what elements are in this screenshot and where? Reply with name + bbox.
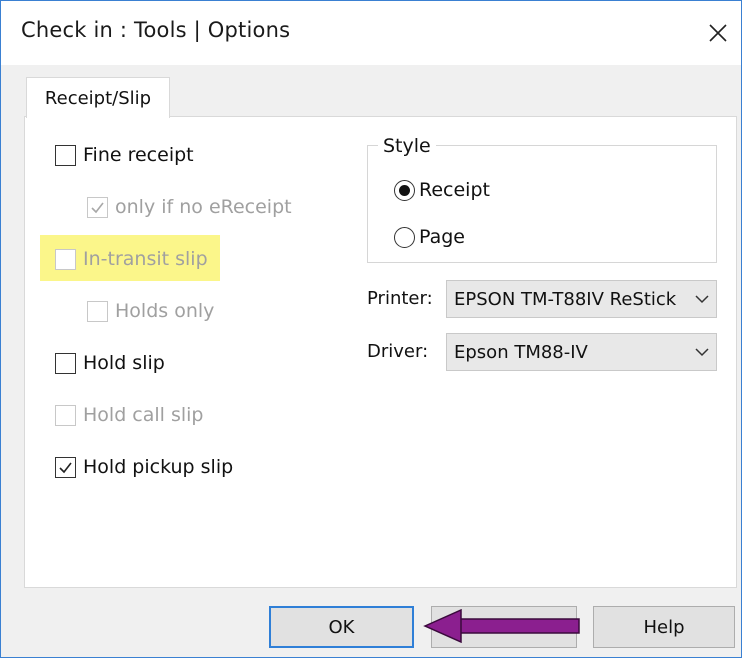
checkbox-box (55, 404, 76, 426)
holds-only-checkbox[interactable]: Holds only (87, 300, 214, 322)
radio-circle (394, 226, 415, 248)
ok-button[interactable]: OK (269, 606, 414, 648)
hold-call-slip-checkbox[interactable]: Hold call slip (55, 404, 204, 426)
checkbox-box (55, 144, 76, 166)
checkbox-label: In-transit slip (83, 248, 208, 270)
radio-label: Page (419, 226, 465, 248)
hold-pickup-slip-checkbox[interactable]: Hold pickup slip (55, 456, 233, 478)
checkbox-box (55, 456, 76, 478)
printer-value: EPSON TM-T88IV ReStick (454, 288, 677, 310)
tab-label: Receipt/Slip (44, 87, 152, 109)
printer-label: Printer: (367, 288, 433, 309)
checkbox-label: Hold call slip (83, 404, 204, 426)
radio-label: Receipt (419, 179, 490, 201)
only-if-no-ereceipt-checkbox[interactable]: only if no eReceipt (87, 196, 292, 218)
ok-button-label: OK (328, 616, 355, 638)
checkbox-box (55, 248, 76, 270)
style-group-label: Style (378, 135, 436, 157)
tab-receipt-slip[interactable]: Receipt/Slip (26, 77, 170, 118)
radio-circle (394, 179, 415, 201)
checkbox-box (87, 300, 108, 322)
close-button[interactable] (695, 1, 741, 65)
checkmark-icon (91, 202, 104, 213)
driver-select[interactable]: Epson TM88-IV (446, 333, 717, 371)
chevron-down-icon (688, 334, 716, 370)
close-icon (709, 24, 727, 42)
printer-select[interactable]: EPSON TM-T88IV ReStick (446, 280, 717, 318)
help-button-label: Help (643, 616, 685, 638)
in-transit-slip-checkbox[interactable]: In-transit slip (55, 248, 208, 270)
checkbox-label: Fine receipt (83, 144, 194, 166)
checkbox-label: Holds only (115, 300, 215, 322)
radio-selected-dot (399, 184, 410, 196)
options-dialog: Check in : Tools | Options Receipt/Slip … (0, 0, 742, 658)
receipt-radio[interactable]: Receipt (394, 179, 490, 201)
fine-receipt-checkbox[interactable]: Fine receipt (55, 144, 194, 166)
driver-label: Driver: (367, 341, 429, 362)
help-button[interactable]: Help (593, 606, 735, 648)
checkbox-label: only if no eReceipt (115, 196, 292, 218)
driver-value: Epson TM88-IV (454, 341, 588, 363)
checkbox-box (87, 196, 108, 218)
checkbox-box (55, 352, 76, 374)
page-radio[interactable]: Page (394, 226, 465, 248)
checkmark-icon (59, 462, 72, 473)
checkbox-label: Hold pickup slip (83, 456, 234, 478)
chevron-down-icon (688, 281, 716, 317)
window-title: Check in : Tools | Options (21, 18, 291, 42)
checkbox-label: Hold slip (83, 352, 165, 374)
annotation-arrow-icon (423, 609, 580, 643)
hold-slip-checkbox[interactable]: Hold slip (55, 352, 165, 374)
title-bar: Check in : Tools | Options (1, 1, 741, 65)
